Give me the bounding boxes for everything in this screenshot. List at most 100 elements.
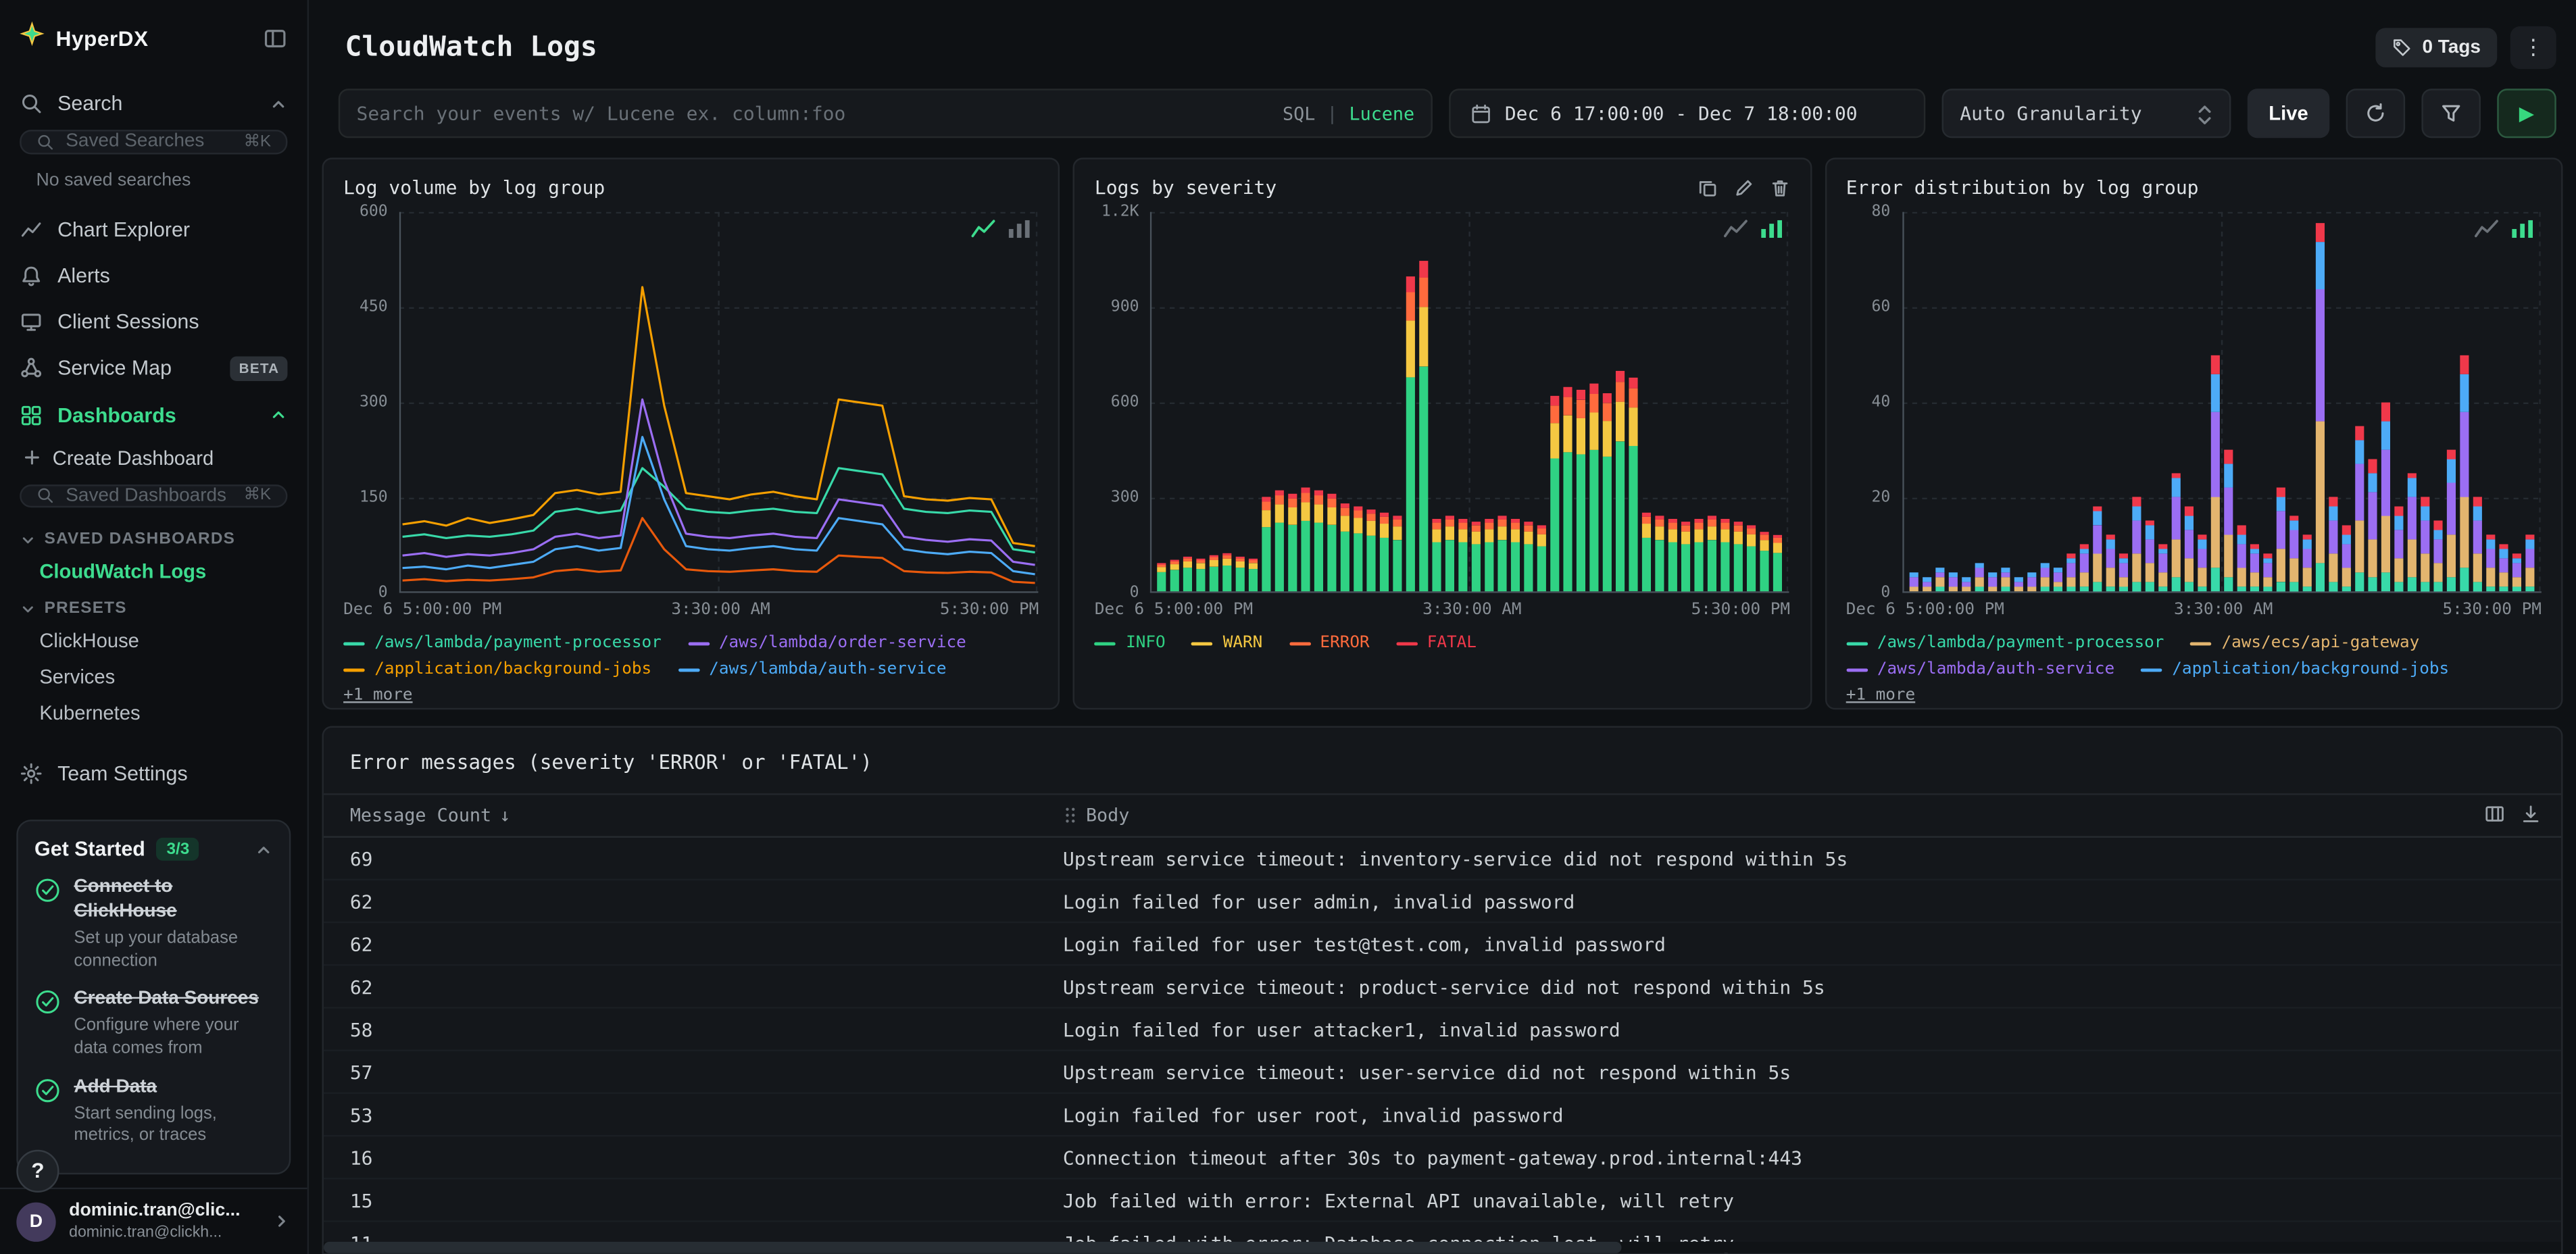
download-icon[interactable] <box>2520 803 2542 825</box>
scrollbar-thumb[interactable] <box>323 1240 1622 1253</box>
legend-item[interactable]: /aws/lambda/payment-processor <box>343 634 662 652</box>
section-presets[interactable]: PRESETS <box>0 590 307 623</box>
sidebar-item-label: Alerts <box>57 264 110 287</box>
create-dashboard-button[interactable]: Create Dashboard <box>0 438 307 480</box>
sidebar-item-service-map[interactable]: Service Map BETA <box>0 345 307 393</box>
sidebar-dashboard-cloudwatch-logs[interactable]: CloudWatch Logs <box>0 554 307 590</box>
tags-button[interactable]: 0 Tags <box>2376 28 2498 68</box>
get-started-header[interactable]: Get Started 3/3 <box>34 838 273 861</box>
sidebar-item-client-sessions[interactable]: Client Sessions <box>0 299 307 345</box>
sidebar-item-search[interactable]: Search <box>0 80 307 126</box>
more-menu-button[interactable]: ⋮ <box>2510 26 2556 70</box>
chart-panel-logs-by-severity: Logs by severity 1.2K 900 600 300 0 Dec … <box>1073 157 1812 710</box>
bar-chart-toggle-icon[interactable] <box>2510 218 2535 240</box>
table-row[interactable]: 62 Login failed for user test@test.com, i… <box>323 923 2562 966</box>
x-tick-label: 5:30:00 PM <box>2442 601 2542 620</box>
edit-chart-icon[interactable] <box>1733 176 1754 198</box>
get-started-step-connect[interactable]: Connect to ClickHouse Set up your databa… <box>34 876 273 973</box>
collapse-sidebar-icon[interactable] <box>263 26 287 50</box>
table-row[interactable]: 62 Login failed for user admin, invalid p… <box>323 880 2562 924</box>
sidebar-item-chart-explorer[interactable]: Chart Explorer <box>0 206 307 252</box>
chart-plot[interactable] <box>1150 211 1790 593</box>
delete-chart-icon[interactable] <box>1768 176 1790 198</box>
line-chart-toggle-icon[interactable] <box>1723 218 1748 240</box>
chevron-up-icon[interactable] <box>255 841 273 859</box>
sidebar-item-team-settings[interactable]: Team Settings <box>0 751 307 797</box>
x-tick-label: 5:30:00 PM <box>1691 601 1791 620</box>
table-header: Message Count ↓ Body <box>323 793 2562 838</box>
sidebar-preset-clickhouse[interactable]: ClickHouse <box>0 623 307 659</box>
check-circle-icon <box>34 878 61 904</box>
bar-chart-toggle-icon[interactable] <box>1008 218 1032 240</box>
saved-dashboards-input[interactable]: Saved Dashboards ⌘K <box>20 484 288 508</box>
get-started-step-add-data[interactable]: Add Data Start sending logs, metrics, or… <box>34 1076 273 1149</box>
sql-toggle[interactable]: SQL <box>1283 103 1315 124</box>
event-search-input[interactable]: Search your events w/ Lucene ex. column:… <box>338 89 1433 139</box>
table-row[interactable]: 15 Job failed with error: External API un… <box>323 1180 2562 1222</box>
time-range-picker[interactable]: Dec 6 17:00:00 - Dec 7 18:00:00 <box>1449 89 1926 139</box>
duplicate-chart-icon[interactable] <box>1696 176 1718 198</box>
legend-swatch <box>1094 641 1116 645</box>
help-button[interactable]: ? <box>16 1149 59 1192</box>
y-tick-label: 300 <box>1110 488 1139 507</box>
refresh-button[interactable] <box>2346 89 2406 139</box>
legend-more-link[interactable]: +1 more <box>343 686 412 705</box>
user-menu[interactable]: D dominic.tran@clic... dominic.tran@clic… <box>0 1187 307 1254</box>
horizontal-scrollbar[interactable] <box>323 1240 2562 1253</box>
y-tick-label: 600 <box>1110 393 1139 411</box>
table-row[interactable]: 57 Upstream service timeout: user-service… <box>323 1051 2562 1095</box>
live-button[interactable]: Live <box>2247 89 2330 139</box>
section-saved-dashboards[interactable]: SAVED DASHBOARDS <box>0 521 307 554</box>
chevron-up-icon[interactable] <box>270 95 288 113</box>
column-label: Message Count <box>349 805 492 826</box>
sidebar-item-alerts[interactable]: Alerts <box>0 253 307 299</box>
legend-item[interactable]: /application/background-jobs <box>343 660 651 678</box>
legend-item[interactable]: ERROR <box>1289 634 1370 652</box>
table-row[interactable]: 62 Upstream service timeout: product-serv… <box>323 965 2562 1009</box>
line-chart-toggle-icon[interactable] <box>972 218 996 240</box>
legend-item[interactable]: /aws/lambda/order-service <box>687 634 966 652</box>
user-email: dominic.tran@clickh... <box>69 1223 222 1241</box>
bar-chart-toggle-icon[interactable] <box>1759 218 1783 240</box>
column-settings-icon[interactable] <box>2484 803 2506 825</box>
table-row[interactable]: 16 Connection timeout after 30s to paymen… <box>323 1136 2562 1180</box>
sidebar-preset-services[interactable]: Services <box>0 659 307 695</box>
column-header-message-count[interactable]: Message Count ↓ <box>350 805 1063 826</box>
lucene-toggle[interactable]: Lucene <box>1349 103 1415 124</box>
chart-legend: INFO WARN ERROR FATAL <box>1094 634 1790 652</box>
granularity-value: Auto Granularity <box>1960 101 2142 125</box>
column-header-body[interactable]: Body <box>1063 805 2535 826</box>
legend-item[interactable]: /aws/lambda/auth-service <box>1846 660 2114 678</box>
line-chart-toggle-icon[interactable] <box>2474 218 2498 240</box>
legend-more-link[interactable]: +1 more <box>1846 686 1915 705</box>
chevron-up-icon[interactable] <box>270 406 288 424</box>
sidebar-item-dashboards[interactable]: Dashboards <box>0 392 307 438</box>
chart-plot[interactable] <box>399 211 1039 593</box>
legend-swatch <box>1395 641 1418 645</box>
legend-item[interactable]: /aws/ecs/api-gateway <box>2190 634 2419 652</box>
page-title: CloudWatch Logs <box>345 31 597 64</box>
legend-item[interactable]: /aws/lambda/payment-processor <box>1846 634 2164 652</box>
table-row[interactable]: 69 Upstream service timeout: inventory-se… <box>323 838 2562 881</box>
granularity-select[interactable]: Auto Granularity <box>1941 89 2231 139</box>
chart-legend: /aws/lambda/payment-processor/aws/ecs/ap… <box>1846 634 2542 705</box>
table-row[interactable]: 58 Login failed for user attacker1, inval… <box>323 1009 2562 1051</box>
table-row[interactable]: 53 Login failed for user root, invalid pa… <box>323 1094 2562 1137</box>
x-axis: Dec 6 5:00:00 PM 3:30:00 AM 5:30:00 PM <box>1095 601 1790 620</box>
legend-item[interactable]: /aws/lambda/auth-service <box>678 660 947 678</box>
drag-handle-icon[interactable] <box>1063 805 1078 826</box>
get-started-step-sources[interactable]: Create Data Sources Configure where your… <box>34 988 273 1061</box>
legend-item[interactable]: /application/background-jobs <box>2141 660 2449 678</box>
x-tick-label: 3:30:00 AM <box>2173 601 2273 620</box>
get-started-card: Get Started 3/3 Connect to ClickHouse Se… <box>16 820 291 1174</box>
legend-item[interactable]: FATAL <box>1395 634 1477 652</box>
run-query-button[interactable]: ▶ <box>2497 89 2556 139</box>
chart-plot[interactable] <box>1902 211 2542 593</box>
y-tick-label: 40 <box>1871 393 1891 411</box>
filter-button[interactable] <box>2421 89 2481 139</box>
sidebar-preset-kubernetes[interactable]: Kubernetes <box>0 695 307 731</box>
legend-item[interactable]: INFO <box>1094 634 1166 652</box>
saved-searches-input[interactable]: Saved Searches ⌘K <box>20 130 288 154</box>
legend-item[interactable]: WARN <box>1191 634 1262 652</box>
chart-line-icon <box>20 218 43 241</box>
